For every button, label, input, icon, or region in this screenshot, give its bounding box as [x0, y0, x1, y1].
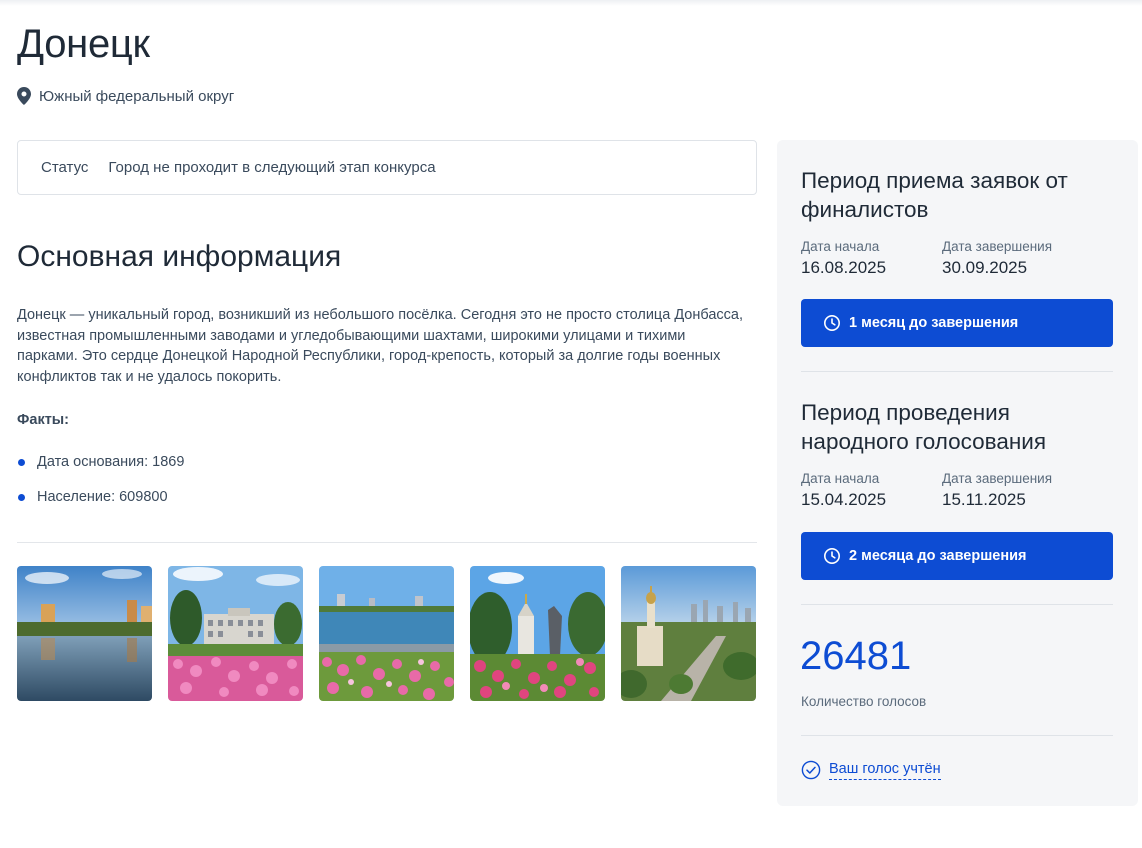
period2-countdown-button[interactable]: 2 месяца до завершения — [801, 532, 1113, 580]
city-page: Донецк Южный федеральный округ Статус Го… — [0, 0, 1142, 848]
fact-item: Дата основания: 1869 — [17, 452, 184, 472]
vote-counted-label: Ваш голос учтён — [829, 761, 941, 780]
clock-icon — [823, 314, 841, 332]
sidebar-divider — [801, 371, 1113, 372]
vote-counted-link[interactable]: Ваш голос учтён — [801, 760, 941, 780]
period2-countdown-label: 2 месяца до завершения — [849, 548, 1027, 564]
clock-icon — [823, 547, 841, 565]
status-label: Статус — [41, 159, 89, 176]
start-date-label: Дата начала — [801, 471, 880, 486]
status-value: Город не проходит в следующий этап конку… — [108, 159, 436, 176]
bullet-icon — [18, 458, 25, 466]
end-date-value: 15.11.2025 — [942, 490, 1026, 509]
region-label: Южный федеральный округ — [39, 87, 235, 105]
facts-list: Дата основания: 1869 Население: 609800 — [17, 452, 184, 522]
period2-title: Период проведения народного голосования — [801, 400, 1047, 454]
status-box: Статус Город не проходит в следующий эта… — [17, 140, 757, 195]
gallery-photo-2[interactable] — [168, 566, 303, 701]
check-circle-icon — [801, 760, 821, 780]
photo-pond-with-flowers — [319, 566, 454, 701]
period1-end: Дата завершения 30.09.2025 — [942, 239, 1083, 278]
gallery-photo-1[interactable] — [17, 566, 152, 701]
end-date-label: Дата завершения — [942, 239, 1053, 254]
facts-title: Факты: — [17, 412, 70, 428]
bullet-icon — [18, 493, 25, 501]
gallery-photo-5[interactable] — [621, 566, 756, 701]
period1-dates: Дата начала 16.08.2025 Дата завершения 3… — [801, 239, 1083, 278]
sidebar-divider — [801, 604, 1113, 605]
period1-start: Дата начала 16.08.2025 — [801, 239, 942, 278]
fact-text: Дата основания: 1869 — [37, 454, 185, 470]
location-pin-icon — [17, 87, 31, 105]
content-divider — [17, 542, 757, 543]
gallery-photo-4[interactable] — [470, 566, 605, 701]
gallery-photo-3[interactable] — [319, 566, 454, 701]
sidebar-divider — [801, 735, 1113, 736]
end-date-value: 30.09.2025 — [942, 258, 1028, 277]
city-description: Донецк — уникальный город, возникший из … — [17, 307, 743, 385]
period2-start: Дата начала 15.04.2025 — [801, 471, 942, 510]
fact-text: Население: 609800 — [37, 489, 168, 505]
period1-countdown-label: 1 месяц до завершения — [849, 315, 1019, 331]
photo-embankment-reflection — [17, 566, 152, 701]
period1-countdown-button[interactable]: 1 месяц до завершения — [801, 299, 1113, 347]
photo-administration-building — [168, 566, 303, 701]
section-title: Основная информация — [17, 240, 342, 273]
fact-item: Население: 609800 — [17, 487, 184, 507]
votes-count: 26481 — [800, 634, 912, 678]
photo-cathedral-panorama — [621, 566, 756, 701]
start-date-label: Дата начала — [801, 239, 880, 254]
start-date-value: 16.08.2025 — [801, 258, 887, 277]
photo-gallery — [17, 566, 756, 701]
voting-sidebar: Период приема заявок от финалистов Дата … — [777, 140, 1138, 806]
start-date-value: 15.04.2025 — [801, 490, 887, 509]
period2-end: Дата завершения 15.11.2025 — [942, 471, 1083, 510]
votes-label: Количество голосов — [801, 694, 927, 709]
region-line: Южный федеральный округ — [17, 87, 234, 105]
period2-dates: Дата начала 15.04.2025 Дата завершения 1… — [801, 471, 1083, 510]
end-date-label: Дата завершения — [942, 471, 1053, 486]
period1-title: Период приема заявок от финалистов — [801, 168, 1068, 222]
city-title: Донецк — [17, 22, 150, 66]
photo-chapel-monument — [470, 566, 605, 701]
